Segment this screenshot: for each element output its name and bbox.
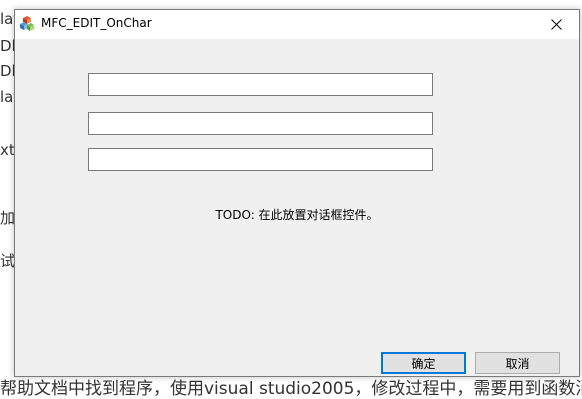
ok-button[interactable]: 确定 — [381, 352, 466, 374]
background-text-fragment: 试 — [0, 252, 14, 270]
ok-button-label: 确定 — [411, 356, 436, 371]
dialog-client-area: TODO: 在此放置对话框控件。 确定 取消 — [15, 39, 579, 376]
background-bottom-text: 帮助文档中找到程序，使用visual studio2005，修改过程中，需要用到… — [0, 379, 582, 399]
todo-label: TODO: 在此放置对话框控件。 — [215, 208, 379, 222]
edit-field-2[interactable] — [88, 112, 433, 135]
cancel-button-label: 取消 — [505, 356, 530, 371]
window-title: MFC_EDIT_OnChar — [41, 16, 152, 30]
background-text-fragment: lat — [0, 10, 14, 28]
edit-field-3[interactable] — [88, 148, 433, 171]
close-icon — [550, 19, 562, 30]
background-text-fragment: Dl — [0, 62, 14, 80]
title-bar[interactable]: MFC_EDIT_OnChar — [15, 10, 579, 39]
dialog-window: MFC_EDIT_OnChar TODO: 在此放置对话框控件。 确定 取消 — [14, 9, 580, 377]
background-text-fragment: lat — [0, 88, 14, 106]
cancel-button[interactable]: 取消 — [475, 352, 560, 374]
mfc-app-icon — [20, 16, 34, 31]
close-button[interactable] — [533, 10, 579, 39]
background-text-fragment: xt — [0, 141, 14, 159]
background-text-fragment: 加 — [0, 209, 14, 227]
edit-field-1[interactable] — [88, 73, 433, 96]
background-text-fragment: Dl — [0, 37, 14, 55]
